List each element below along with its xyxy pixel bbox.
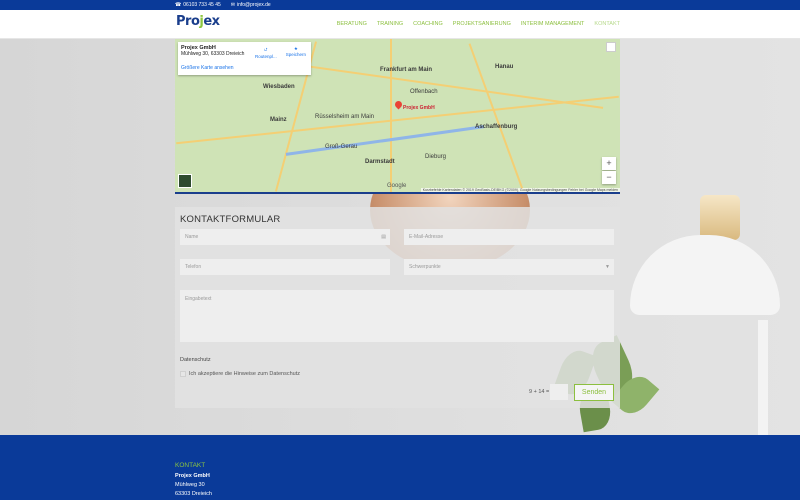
map-place-card: Projex GmbH Mühlweg 30, 63303 Dreieich G… [178, 42, 311, 75]
contact-card-icon: ▤ [381, 234, 386, 240]
footer-company: Projex GmbH [175, 473, 210, 479]
privacy-checkbox[interactable] [180, 371, 186, 377]
save-label: Speichern [285, 52, 306, 57]
fullscreen-button[interactable] [606, 42, 616, 52]
map-label-mainz: Mainz [270, 117, 287, 123]
name-input[interactable]: Name ▤ [180, 229, 390, 245]
google-map[interactable]: Frankfurt am Main Wiesbaden Mainz Offenb… [175, 39, 620, 194]
directions-icon: ⮍ [264, 47, 268, 52]
email-text: info@projex.de [236, 2, 271, 8]
privacy-label: Datenschutz [180, 357, 211, 363]
lamp-pole-image [758, 320, 768, 435]
footer-street: Mühlweg 30 [175, 482, 205, 488]
email-input[interactable]: E-Mail-Adresse [404, 229, 614, 245]
map-label-aschaffenburg: Aschaffenburg [475, 124, 518, 130]
top-contact-bar: ☎ 06103 733 45 45 ✉ info@projex.de [0, 0, 800, 10]
phone-info[interactable]: ☎ 06103 733 45 45 [175, 2, 221, 8]
phone-text: 06103 733 45 45 [183, 2, 221, 8]
map-label-offenbach: Offenbach [410, 89, 438, 95]
footer-city: 63303 Dreieich [175, 491, 212, 497]
contact-form-panel: KONTAKTFORMULAR Name ▤ E-Mail-Adresse Te… [175, 207, 620, 408]
nav-projektsanierung[interactable]: Projektsanierung [453, 21, 511, 27]
site-header: Projex Beratung Training Coaching Projek… [0, 10, 800, 39]
map-label-wiesbaden: Wiesbaden [263, 84, 295, 90]
privacy-checkbox-label: Ich akzeptiere die Hinweise zum Datensch… [189, 371, 300, 377]
send-button[interactable]: Senden [574, 384, 614, 401]
main-nav: Beratung Training Coaching Projektsanier… [337, 21, 620, 27]
nav-training[interactable]: Training [377, 21, 403, 27]
nav-coaching[interactable]: Coaching [413, 21, 443, 27]
mail-icon: ✉ [230, 2, 235, 8]
route-button[interactable]: ⮍ Routenpl... [255, 46, 277, 59]
footer-title: KONTAKT [175, 462, 206, 469]
zoom-out-button[interactable]: − [602, 171, 616, 184]
map-label-dieburg: Dieburg [425, 154, 447, 160]
map-label-ruesselsheim: Rüsselsheim am Main [315, 114, 375, 120]
google-logo: Google [387, 183, 407, 189]
phone-input[interactable]: Telefon [180, 259, 390, 275]
map-label-hanau: Hanau [495, 64, 514, 70]
focus-select[interactable]: Schwerpunkte ▼ [404, 259, 614, 275]
zoom-in-button[interactable]: + [602, 157, 616, 170]
save-place-button[interactable]: ★ Speichern [286, 46, 306, 59]
message-textarea[interactable]: Eingabetext [180, 290, 614, 342]
pin-label: Projex GmbH [403, 105, 435, 111]
phone-placeholder: Telefon [185, 264, 202, 270]
location-pin-icon[interactable] [393, 99, 404, 110]
form-title: KONTAKTFORMULAR [180, 214, 281, 225]
name-placeholder: Name [185, 234, 199, 240]
privacy-checkbox-row[interactable]: Ich akzeptiere die Hinweise zum Datensch… [180, 371, 300, 377]
route-label: Routenpl... [254, 54, 277, 59]
map-label-frankfurt: Frankfurt am Main [380, 67, 433, 73]
projex-logo[interactable]: Projex [176, 14, 220, 29]
phone-icon: ☎ [175, 2, 182, 8]
satellite-toggle-button[interactable] [178, 174, 192, 188]
captcha-question: 9 + 14 = [529, 389, 550, 395]
larger-map-link[interactable]: Größere Karte ansehen [181, 65, 308, 71]
logo-part-1: Pro [176, 14, 200, 29]
chevron-down-icon: ▼ [605, 264, 610, 270]
map-attribution: Kurzbefehle Kartendaten © 2019 GeoBasis-… [420, 188, 620, 192]
nav-interim-management[interactable]: Interim Management [521, 21, 585, 27]
nav-beratung[interactable]: Beratung [337, 21, 367, 27]
site-footer: KONTAKT Projex GmbH Mühlweg 30 63303 Dre… [0, 435, 800, 500]
email-info[interactable]: ✉ info@projex.de [231, 2, 271, 8]
logo-part-3: ex [203, 14, 220, 29]
nav-kontakt[interactable]: Kontakt [594, 21, 620, 27]
lamp-head-image [700, 195, 740, 240]
message-placeholder: Eingabetext [185, 296, 212, 302]
captcha-input[interactable] [550, 384, 568, 400]
map-label-gross-gerau: Groß-Gerau [325, 144, 358, 150]
focus-placeholder: Schwerpunkte [409, 264, 441, 270]
email-placeholder: E-Mail-Adresse [409, 234, 444, 240]
map-label-darmstadt: Darmstadt [365, 159, 395, 165]
